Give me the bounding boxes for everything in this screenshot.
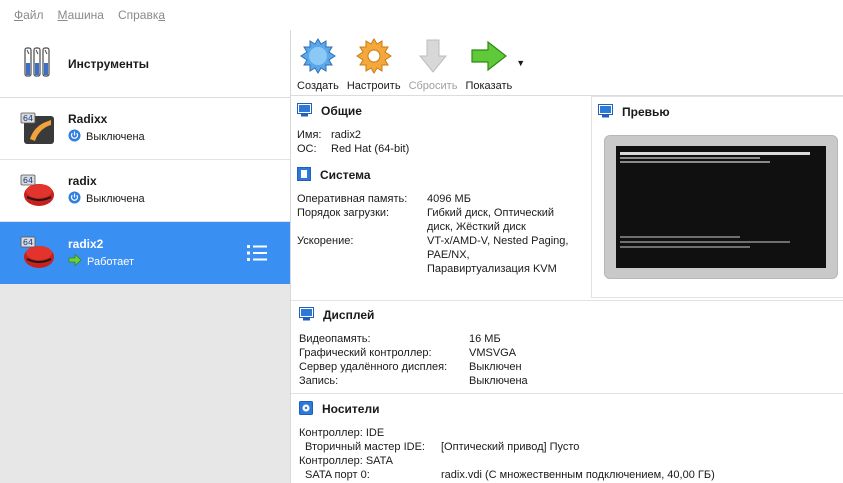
svg-text:64: 64 <box>23 238 33 247</box>
show-arrow-right-icon <box>469 36 509 76</box>
boot-value-cont: диск, Жёсткий диск <box>427 221 526 233</box>
menu-file[interactable]: Файл <box>14 8 44 22</box>
vm-state-label: Выключена <box>86 193 145 205</box>
create-button[interactable]: Создать <box>297 36 339 92</box>
general-section: Общие Имя: radix2 ОС: Red Hat (64-bit) <box>297 98 589 160</box>
settings-button[interactable]: Настроить <box>347 36 401 92</box>
discard-button[interactable]: Сбросить <box>408 36 458 92</box>
vm-name: radix <box>68 174 97 188</box>
tools-icon <box>22 45 56 82</box>
os-label: ОС: <box>297 143 317 155</box>
vm-state-label: Выключена <box>86 131 145 143</box>
vm-name: radix2 <box>68 237 104 251</box>
display-title: Дисплей <box>323 308 375 322</box>
show-dropdown-icon[interactable]: ▼ <box>516 58 525 68</box>
create-label: Создать <box>297 80 339 92</box>
ctrl-sata: Контроллер: SATA <box>299 455 393 467</box>
svg-text:64: 64 <box>23 176 33 185</box>
vm-item-radix[interactable]: 64 radix Выключена <box>0 160 290 222</box>
vm-name: Radixx <box>68 112 108 126</box>
rec-value: Выключена <box>469 375 528 387</box>
discard-label: Сбросить <box>408 80 458 92</box>
menu-help[interactable]: Справка <box>118 8 165 22</box>
storage-icon <box>299 400 313 418</box>
ide-secondary-value[interactable]: [Оптический привод] Пусто <box>441 440 839 454</box>
accel-value: VT-x/AMD-V, Nested Paging, <box>427 235 569 247</box>
settings-label: Настроить <box>346 80 401 92</box>
running-arrow-icon <box>68 253 82 269</box>
power-off-icon <box>68 129 81 145</box>
storage-section: Носители Контроллер: IDE Вторичный масте… <box>299 398 839 483</box>
vm-os-icon: 64 <box>20 173 56 209</box>
preview-screen-frame[interactable] <box>604 135 838 279</box>
menu-bar: Файл Машина Справка <box>0 0 843 30</box>
vram-value: 16 МБ <box>469 333 501 345</box>
vm-os-icon: 64 <box>20 111 56 147</box>
sata-port0-value[interactable]: radix.vdi (С множественным подключением,… <box>441 468 839 482</box>
system-title: Система <box>320 168 371 182</box>
toolbar: Создать Настроить Сбросить Показать ▼ <box>291 30 843 96</box>
chip-icon <box>297 166 311 184</box>
vm-os-icon: 64 <box>20 235 56 271</box>
show-button[interactable]: Показать <box>465 36 512 92</box>
create-gear-icon <box>298 36 338 76</box>
vm-state-label: Работает <box>87 255 135 268</box>
ram-label: Оперативная память: <box>297 193 408 205</box>
accel-value-cont: PAE/NX, <box>427 249 470 261</box>
os-value: Red Hat (64-bit) <box>331 143 410 155</box>
menu-machine[interactable]: Машина <box>58 8 104 22</box>
vm-item-radix2[interactable]: 64 radix2 Работает <box>0 222 290 284</box>
name-label: Имя: <box>297 129 322 141</box>
storage-title: Носители <box>322 402 380 416</box>
accel-label: Ускорение: <box>297 235 354 247</box>
system-section: Система Оперативная память: 4096 МБ Поря… <box>297 164 589 294</box>
machine-list-panel: Инструменты 64 Radixx Выключена 64 radix… <box>0 30 290 483</box>
details-panel: Создать Настроить Сбросить Показать ▼ Об… <box>290 30 843 483</box>
power-off-icon <box>68 191 81 207</box>
list-menu-icon[interactable] <box>246 242 268 267</box>
general-title: Общие <box>321 104 362 118</box>
rds-label: Сервер удалённого дисплея: <box>299 361 448 373</box>
rds-value: Выключен <box>469 361 522 373</box>
gc-value: VMSVGA <box>469 347 517 359</box>
monitor-icon <box>299 306 314 324</box>
discard-arrow-down-icon <box>413 36 453 76</box>
sata-port0-label: SATA порт 0: <box>305 469 370 481</box>
monitor-icon <box>297 102 312 120</box>
vram-label: Видеопамять: <box>299 333 371 345</box>
tools-label: Инструменты <box>68 56 150 71</box>
boot-value: Гибкий диск, Оптический <box>427 207 555 219</box>
show-label: Показать <box>465 80 513 92</box>
monitor-icon <box>598 103 613 121</box>
display-section: Дисплей Видеопамять: 16 МБ Графический к… <box>291 300 843 394</box>
ctrl-ide: Контроллер: IDE <box>299 427 385 439</box>
preview-screen <box>616 146 826 268</box>
svg-text:64: 64 <box>23 114 33 123</box>
boot-label: Порядок загрузки: <box>297 207 390 219</box>
gc-label: Графический контроллер: <box>299 347 432 359</box>
accel-value-cont2: Паравиртуализация KVM <box>427 263 557 275</box>
ram-value: 4096 МБ <box>427 193 471 205</box>
preview-section: Превью <box>591 96 843 298</box>
ide-secondary-label: Вторичный мастер IDE: <box>305 441 425 453</box>
vm-item-radixx[interactable]: 64 Radixx Выключена <box>0 98 290 160</box>
tools-item[interactable]: Инструменты <box>0 30 290 98</box>
name-value: radix2 <box>331 129 361 141</box>
preview-title: Превью <box>622 105 670 119</box>
rec-label: Запись: <box>299 375 339 387</box>
settings-gear-icon <box>354 36 394 76</box>
